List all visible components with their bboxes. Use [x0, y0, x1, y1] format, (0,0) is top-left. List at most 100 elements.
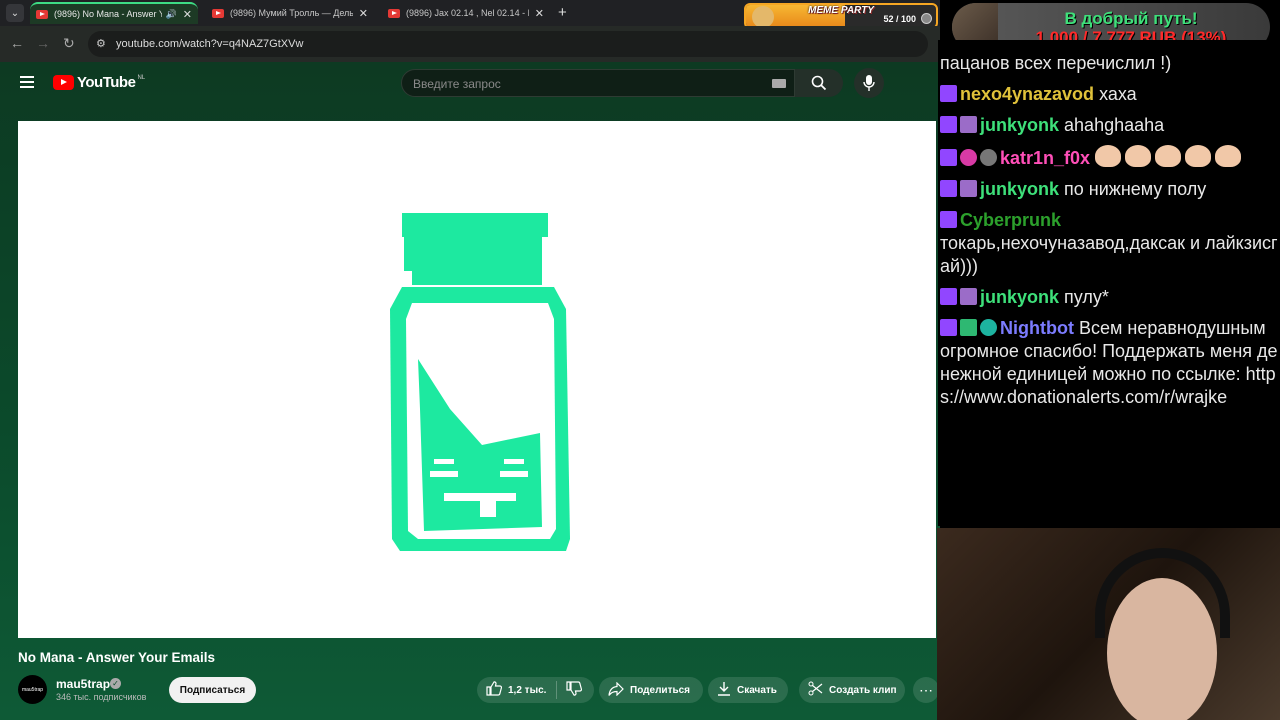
face-emote-icon: [1155, 145, 1182, 167]
voice-search-button[interactable]: [854, 68, 884, 98]
stream-chat: пацанов всех перечислил !) nexo4ynazavod …: [938, 40, 1280, 526]
channel-avatar[interactable]: mau5trap: [18, 675, 47, 704]
twitch-badge-icon: [940, 149, 957, 166]
chat-username[interactable]: junkyonk: [980, 287, 1059, 307]
download-label: Скачать: [737, 684, 777, 696]
like-separator: [556, 681, 558, 699]
chat-username[interactable]: katr1n_f0x: [1000, 148, 1090, 168]
keyboard-icon[interactable]: [772, 79, 786, 88]
face-emote-icon: [1215, 145, 1242, 167]
twitch-badge-icon: [940, 85, 957, 102]
chat-username[interactable]: junkyonk: [980, 179, 1059, 199]
subscribe-button[interactable]: Подписаться: [169, 677, 256, 703]
site-settings-icon[interactable]: ⚙: [96, 37, 106, 50]
face-emote-icon: [1095, 145, 1122, 167]
search-placeholder: Введите запрос: [413, 77, 501, 91]
tab-mumiy-troll[interactable]: (9896) Мумий Тролль — Дель ✕: [206, 2, 374, 24]
chat-message: Nightbot Всем неравнодушным огромное спа…: [940, 317, 1280, 409]
share-icon: [608, 681, 624, 699]
menu-icon[interactable]: [20, 76, 34, 88]
download-icon: [717, 681, 731, 699]
tab-title: (9896) No Mana - Answer Y: [54, 9, 162, 19]
youtube-logo[interactable]: YouTube NL: [53, 74, 145, 91]
new-tab-button[interactable]: +: [558, 4, 567, 21]
address-bar: ← → ↻ ⚙ youtube.com/watch?v=q4NAZ7GtXVw: [0, 26, 940, 62]
chat-text: хаха: [1099, 84, 1137, 104]
reload-icon[interactable]: ↻: [63, 35, 75, 52]
goal-title: В добрый путь!: [1064, 9, 1198, 28]
chat-text: ahahghaaha: [1064, 115, 1165, 135]
like-dislike-group: 1,2 тыс.: [477, 677, 594, 703]
sword-badge-icon: [960, 319, 977, 336]
url-box[interactable]: ⚙ youtube.com/watch?v=q4NAZ7GtXVw: [88, 31, 928, 57]
chat-username[interactable]: Cyberprunk: [960, 210, 1061, 230]
twitch-badge-icon: [940, 211, 957, 228]
youtube-page: YouTube NL Введите запрос No Mana - Answ…: [0, 62, 940, 720]
youtube-play-icon: [53, 75, 74, 90]
chat-message: junkyonk ahahghaaha: [940, 114, 1280, 137]
tab-title: (9896) Jax 02.14 , Nel 02.14 - L: [406, 8, 529, 18]
share-button[interactable]: Поделиться: [599, 677, 703, 703]
clip-label: Создать клип: [829, 684, 897, 696]
chat-text: по нижнему полу: [1064, 179, 1207, 199]
chat-message: nexo4ynazavod хаха: [940, 83, 1280, 106]
tab-jax-nel[interactable]: (9896) Jax 02.14 , Nel 02.14 - L ✕: [382, 2, 550, 24]
share-label: Поделиться: [630, 684, 691, 696]
face-emote-icon: [1125, 145, 1152, 167]
twitch-badge-icon: [940, 319, 957, 336]
webcam-feed: [937, 528, 1280, 720]
youtube-logo-text: YouTube: [77, 74, 136, 91]
youtube-favicon-icon: [36, 9, 48, 19]
twitch-badge-icon: [940, 116, 957, 133]
sub-badge-icon: [960, 180, 977, 197]
search-input[interactable]: Введите запрос: [401, 69, 795, 97]
chat-text: пацанов всех перечислил !): [940, 53, 1172, 73]
channel-name[interactable]: mau5trap: [56, 677, 110, 691]
download-button[interactable]: Скачать: [708, 677, 788, 703]
dislike-icon[interactable]: [566, 681, 583, 699]
twitch-badge-icon: [940, 180, 957, 197]
tab-no-mana[interactable]: (9896) No Mana - Answer Y 🔊 ✕: [30, 2, 198, 24]
youtube-favicon-icon: [388, 8, 400, 18]
like-icon[interactable]: [486, 681, 503, 699]
chat-message: пацанов всех перечислил !): [940, 52, 1280, 75]
back-icon[interactable]: ←: [10, 35, 24, 51]
tab-close-icon[interactable]: ✕: [359, 7, 368, 20]
verified-check-icon: ✓: [110, 678, 121, 689]
search-button[interactable]: [795, 69, 843, 97]
scissors-icon: [808, 681, 823, 699]
tab-close-icon[interactable]: ✕: [183, 8, 192, 21]
chat-message: Cyberprunk токарь,нехочуназавод,даксак и …: [940, 209, 1280, 278]
skull-badge-icon: [980, 149, 997, 166]
chat-message: katr1n_f0x: [940, 145, 1280, 170]
tab-search-menu-icon[interactable]: ⌄: [6, 4, 24, 22]
twitch-badge-icon: [940, 288, 957, 305]
chat-text: пулу*: [1064, 287, 1109, 307]
bot-badge-icon: [980, 319, 997, 336]
more-actions-button[interactable]: ⋯: [913, 677, 939, 703]
like-count[interactable]: 1,2 тыс.: [508, 685, 546, 696]
chat-username[interactable]: junkyonk: [980, 115, 1059, 135]
create-clip-button[interactable]: Создать клип: [799, 677, 905, 703]
video-player[interactable]: [18, 121, 936, 638]
chat-username[interactable]: Nightbot: [1000, 318, 1074, 338]
streamer-face: [1107, 578, 1217, 720]
meme-party-count: 52 / 100: [883, 14, 916, 24]
coin-icon: [921, 13, 932, 24]
speaker-icon[interactable]: 🔊: [166, 9, 177, 20]
url-text: youtube.com/watch?v=q4NAZ7GtXVw: [116, 38, 304, 50]
chat-text: токарь,нехочуназавод,даксак и лайкзисгай…: [940, 233, 1278, 276]
face-emote-icon: [1185, 145, 1212, 167]
sub-badge-icon: [960, 116, 977, 133]
mana-bottle-artwork: [390, 213, 570, 551]
chat-message: junkyonk пулу*: [940, 286, 1280, 309]
tab-close-icon[interactable]: ✕: [535, 7, 544, 20]
forward-icon[interactable]: →: [36, 35, 50, 51]
youtube-favicon-icon: [212, 8, 224, 18]
tab-title: (9896) Мумий Тролль — Дель: [230, 8, 353, 18]
search-icon: [811, 75, 827, 91]
microphone-icon: [863, 75, 875, 91]
video-title: No Mana - Answer Your Emails: [18, 650, 216, 665]
heart-badge-icon: [960, 149, 977, 166]
chat-username[interactable]: nexo4ynazavod: [960, 84, 1094, 104]
